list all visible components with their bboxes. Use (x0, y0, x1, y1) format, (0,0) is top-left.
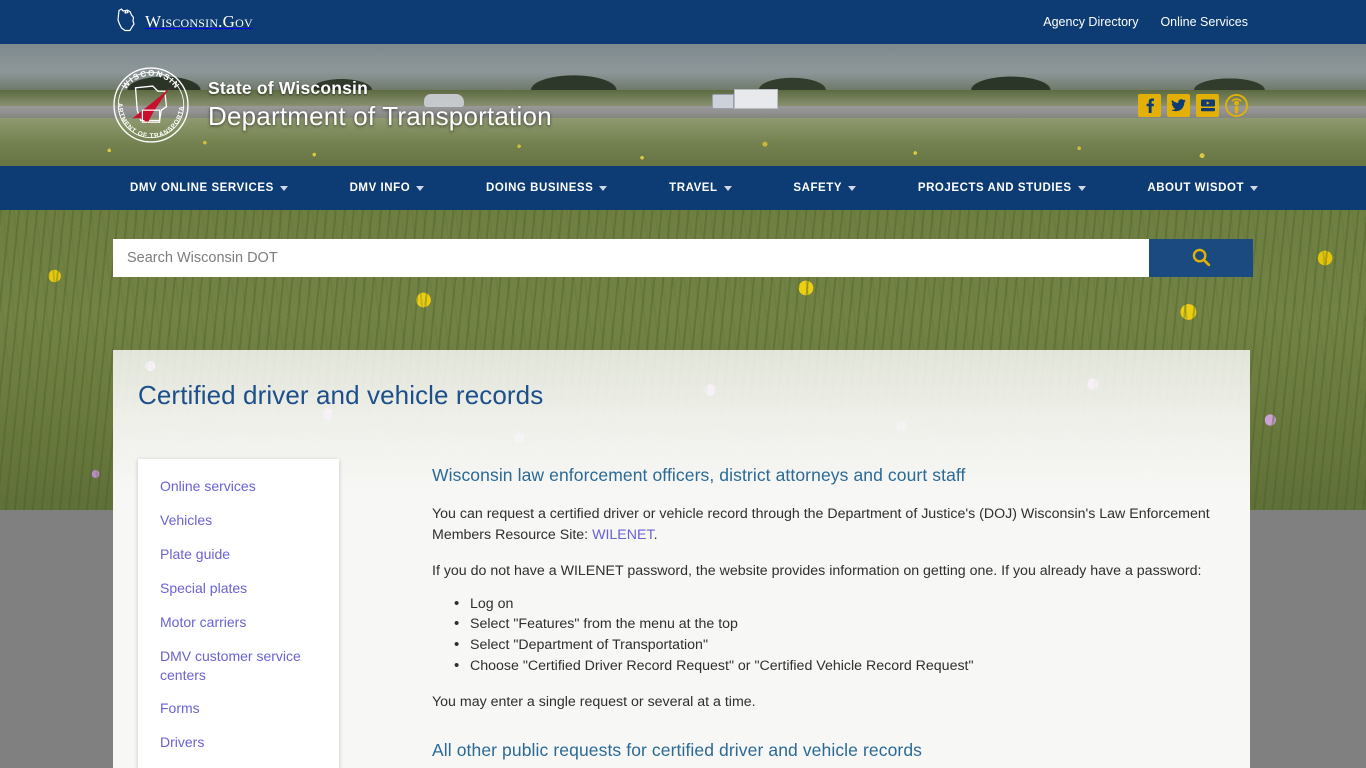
site-title-state: State of Wisconsin (208, 77, 368, 98)
nav-label: DMV INFO (349, 182, 411, 194)
main-navigation: DMV ONLINE SERVICES DMV INFO DOING BUSIN… (0, 166, 1366, 210)
nav-item-doing-business[interactable]: DOING BUSINESS (485, 182, 608, 194)
sidebar-item-online-services[interactable]: Online services (160, 477, 319, 496)
sidebar-item-special-plates[interactable]: Special plates (160, 579, 319, 598)
section-heading-law-enforcement: Wisconsin law enforcement officers, dist… (432, 465, 966, 486)
state-bar: Wisconsin.Gov Agency Directory Online Se… (0, 0, 1366, 44)
list-item: Select "Features" from the menu at the t… (454, 614, 1214, 635)
chevron-down-icon (1077, 185, 1086, 191)
site-search (0, 239, 1366, 277)
search-button[interactable] (1149, 239, 1253, 277)
sidebar-item-plate-guide[interactable]: Plate guide (160, 545, 319, 564)
paragraph-multiple-requests: You may enter a single request or severa… (432, 694, 756, 711)
page-title: Certified driver and vehicle records (138, 380, 544, 410)
sidebar-item-dmv-customer-service-centers[interactable]: DMV customer service centers (160, 647, 319, 685)
section-navigation-sidebar: Online services Vehicles Plate guide Spe… (138, 459, 339, 768)
paragraph-text-end: . (653, 526, 658, 543)
nav-label: PROJECTS AND STUDIES (917, 182, 1072, 194)
agency-directory-link[interactable]: Agency Directory (1043, 15, 1138, 29)
state-bar-links: Agency Directory Online Services (1043, 15, 1248, 29)
nav-item-dmv-online-services[interactable]: DMV ONLINE SERVICES (130, 182, 288, 194)
list-item: Choose "Certified Driver Record Request"… (454, 656, 1214, 677)
list-item: Log on (454, 594, 1214, 615)
nav-label: DMV ONLINE SERVICES (130, 182, 274, 194)
paragraph-text: You can request a certified driver or ve… (432, 506, 1210, 543)
site-banner: WISCONSIN DEPARTMENT OF TRANSPORTATION S… (0, 44, 1366, 166)
nav-item-dmv-info[interactable]: DMV INFO (350, 182, 425, 194)
search-icon (1190, 246, 1212, 271)
svg-text:WISCONSIN: WISCONSIN (120, 69, 181, 91)
nav-label: TRAVEL (669, 182, 718, 194)
youtube-icon[interactable] (1196, 93, 1219, 117)
chevron-down-icon (723, 185, 732, 191)
sidebar-item-forms[interactable]: Forms (160, 699, 319, 718)
wilenet-link[interactable]: WILENET (592, 527, 654, 543)
chevron-down-icon (1250, 185, 1259, 191)
nav-item-travel[interactable]: TRAVEL (669, 182, 732, 194)
site-title-agency: Department of Transportation (208, 100, 552, 131)
section-heading-public-requests: All other public requests for certified … (432, 739, 923, 760)
nav-label: DOING BUSINESS (485, 182, 594, 194)
online-services-link[interactable]: Online Services (1160, 15, 1248, 29)
wisdot-seal-logo[interactable]: WISCONSIN DEPARTMENT OF TRANSPORTATION (108, 62, 194, 148)
main-content: Wisconsin law enforcement officers, dist… (339, 441, 1214, 768)
nav-label: SAFETY (793, 182, 843, 194)
content-card: Certified driver and vehicle records Onl… (113, 350, 1250, 768)
nav-item-about-wisdot[interactable]: ABOUT WISDOT (1147, 182, 1259, 194)
chevron-down-icon (279, 185, 288, 191)
wisconsin-gov-wordmark: Wisconsin.Gov (145, 12, 253, 31)
paragraph-password-instructions: If you do not have a WILENET password, t… (432, 563, 1202, 580)
twitter-icon[interactable] (1167, 93, 1190, 117)
nav-label: ABOUT WISDOT (1147, 182, 1245, 194)
chevron-down-icon (848, 185, 857, 191)
search-input[interactable] (113, 239, 1149, 277)
podcast-icon[interactable] (1225, 93, 1248, 117)
nav-item-projects-and-studies[interactable]: PROJECTS AND STUDIES (918, 182, 1086, 194)
instruction-list: Log on Select "Features" from the menu a… (432, 594, 1214, 677)
sidebar-item-motor-carriers[interactable]: Motor carriers (160, 613, 319, 632)
site-title: State of Wisconsin Department of Transpo… (208, 78, 552, 133)
sidebar-item-vehicles[interactable]: Vehicles (160, 511, 319, 530)
wisconsin-gov-logo[interactable]: Wisconsin.Gov (113, 7, 253, 37)
chevron-down-icon (599, 185, 608, 191)
wisconsin-state-outline-icon (113, 7, 139, 37)
nav-item-safety[interactable]: SAFETY (793, 182, 857, 194)
paragraph-wilenet-request: You can request a certified driver or ve… (432, 504, 1214, 545)
list-item: Select "Department of Transportation" (454, 635, 1214, 656)
social-links (1138, 93, 1248, 117)
chevron-down-icon (416, 185, 425, 191)
facebook-icon[interactable] (1138, 93, 1161, 117)
sidebar-item-drivers[interactable]: Drivers (160, 733, 319, 752)
